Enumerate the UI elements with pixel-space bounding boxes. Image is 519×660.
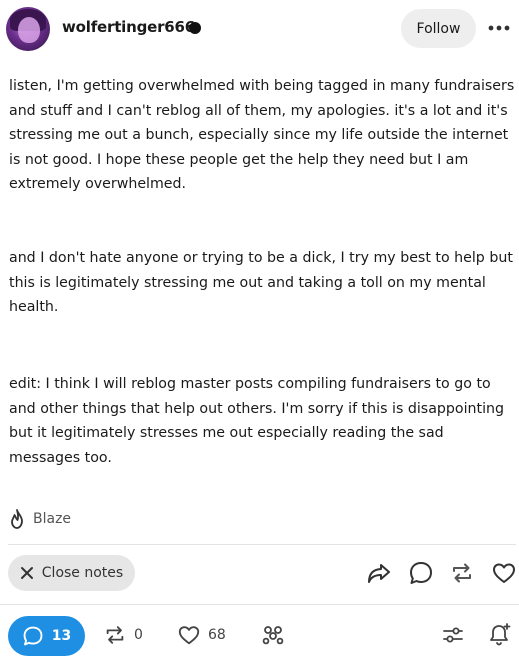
status-dot bbox=[189, 22, 201, 34]
heart-icon bbox=[177, 623, 201, 647]
blaze-label: Blaze bbox=[33, 511, 72, 527]
follow-button[interactable]: Follow bbox=[401, 9, 476, 48]
reblog-count: 0 bbox=[134, 627, 143, 643]
close-notes-button[interactable]: Close notes bbox=[8, 555, 135, 591]
reblog-arrows-icon[interactable] bbox=[449, 560, 475, 586]
close-x-icon bbox=[20, 566, 34, 580]
username[interactable]: wolfertinger666 bbox=[62, 18, 195, 36]
share-arrow-icon[interactable] bbox=[366, 560, 392, 586]
post-paragraph: edit: I think I will reblog master posts… bbox=[9, 376, 505, 466]
divider bbox=[8, 544, 516, 545]
notes-count: 13 bbox=[51, 628, 72, 644]
blaze-button[interactable]: Blaze bbox=[7, 506, 71, 532]
flame-icon bbox=[7, 508, 27, 530]
post-paragraph: listen, I'm getting overwhelmed with bei… bbox=[9, 78, 515, 192]
like-count: 68 bbox=[208, 627, 226, 643]
avatar[interactable] bbox=[6, 7, 50, 51]
post-header: wolfertinger666 Follow bbox=[0, 0, 519, 58]
avatar-face bbox=[18, 17, 40, 43]
reblog-arrows-icon bbox=[103, 623, 127, 647]
notes-button[interactable]: 13 bbox=[8, 616, 85, 656]
more-dots-icon[interactable] bbox=[486, 18, 514, 38]
close-notes-label: Close notes bbox=[41, 565, 124, 581]
heart-icon[interactable] bbox=[491, 560, 517, 586]
speech-bubble-icon bbox=[22, 625, 44, 647]
divider bbox=[0, 604, 519, 605]
post-paragraph: and I don't hate anyone or trying to be … bbox=[9, 250, 513, 315]
bell-plus-icon[interactable] bbox=[486, 621, 512, 647]
sliders-icon[interactable] bbox=[441, 623, 465, 647]
reaction-circles-icon[interactable] bbox=[261, 623, 285, 647]
like-count-button[interactable]: 68 bbox=[177, 622, 226, 648]
speech-bubble-icon[interactable] bbox=[408, 560, 434, 586]
reblog-count-button[interactable]: 0 bbox=[103, 622, 143, 648]
